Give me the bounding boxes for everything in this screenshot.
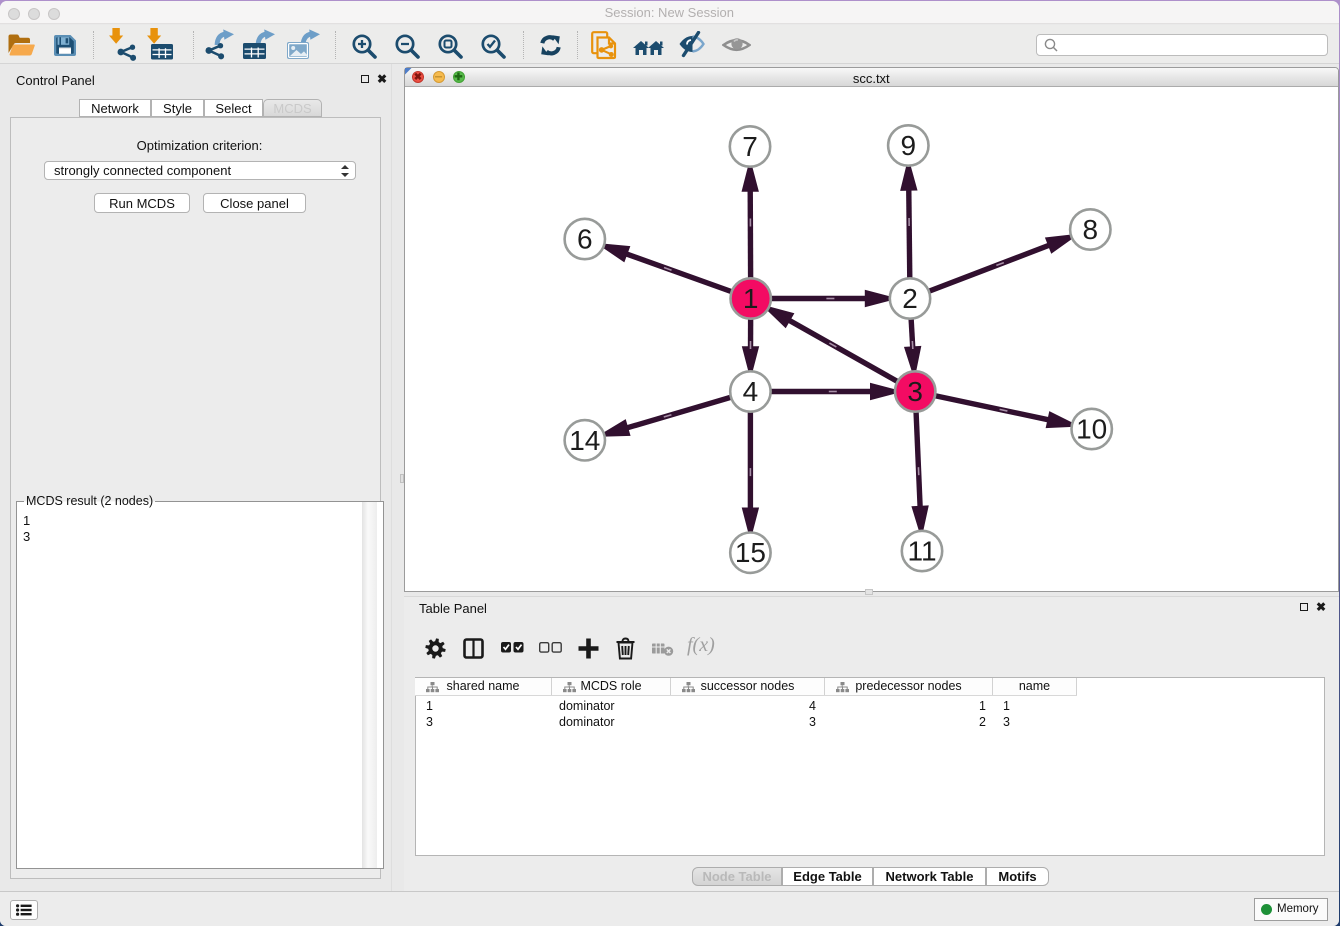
svg-text:8: 8: [1083, 214, 1099, 245]
svg-text:10: 10: [1076, 414, 1107, 445]
svg-text:2: 2: [902, 283, 918, 314]
svg-text:7: 7: [742, 131, 758, 162]
svg-text:4: 4: [743, 376, 759, 407]
svg-text:9: 9: [901, 130, 917, 161]
svg-text:15: 15: [735, 537, 766, 568]
svg-text:11: 11: [907, 536, 936, 567]
svg-text:6: 6: [577, 224, 593, 255]
svg-text:1: 1: [743, 283, 759, 314]
svg-text:3: 3: [907, 376, 923, 407]
svg-text:14: 14: [569, 425, 600, 456]
